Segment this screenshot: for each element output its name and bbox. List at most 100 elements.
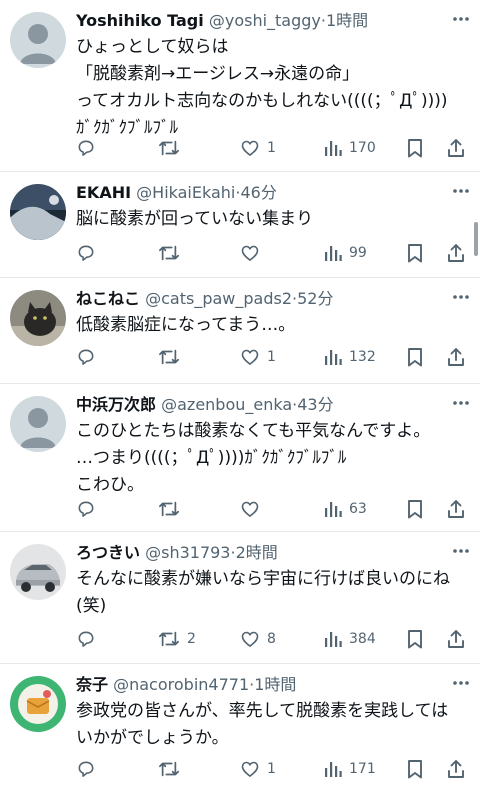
heart-icon (240, 347, 260, 367)
like-button[interactable] (240, 238, 267, 268)
reply-icon (76, 759, 96, 779)
post-header: 奈子 @nacorobin4771·1時間 (76, 672, 446, 698)
views-count: 170 (349, 140, 376, 156)
views-button[interactable]: 63 (324, 494, 367, 524)
timestamp[interactable]: 1時間 (326, 11, 368, 30)
scrollbar-thumb[interactable] (474, 222, 478, 256)
author-name[interactable]: 奈子 (76, 675, 108, 694)
retweet-icon (158, 629, 180, 649)
like-count: 1 (267, 761, 276, 777)
author-handle[interactable]: @sh31793 (145, 543, 230, 562)
default-avatar[interactable] (10, 12, 66, 68)
post[interactable]: ねこねこ @cats_paw_pads2·52分 低酸素脳症になってまう…。 1… (0, 278, 480, 384)
views-button[interactable]: 170 (324, 133, 376, 163)
like-button[interactable]: 8 (240, 624, 276, 654)
reply-button[interactable] (76, 342, 103, 372)
like-button[interactable]: 1 (240, 754, 276, 784)
share-icon (446, 347, 466, 367)
author-name[interactable]: EKAHI (76, 183, 131, 202)
author-name[interactable]: Yoshihiko Tagi (76, 11, 204, 30)
reply-button[interactable] (76, 494, 103, 524)
author-name[interactable]: ろつきい (76, 543, 140, 562)
views-icon (324, 139, 342, 157)
user-avatar[interactable] (10, 290, 66, 346)
bookmark-button[interactable] (406, 133, 424, 163)
share-button[interactable] (446, 754, 466, 784)
post[interactable]: Yoshihiko Tagi @yoshi_taggy·1時間 ひょっとして奴ら… (0, 0, 480, 172)
user-avatar[interactable] (10, 184, 66, 240)
retweet-button[interactable] (158, 133, 187, 163)
bookmark-button[interactable] (406, 238, 424, 268)
author-name[interactable]: ねこねこ (76, 289, 140, 308)
views-icon (324, 348, 342, 366)
author-handle[interactable]: @cats_paw_pads2 (145, 289, 292, 308)
share-icon (446, 499, 466, 519)
user-avatar[interactable] (10, 544, 66, 600)
share-icon (446, 138, 466, 158)
post[interactable]: 中浜万次郎 @azenbou_enka·43分 このひとたちは酸素なくても平気な… (0, 384, 480, 532)
share-button[interactable] (446, 342, 466, 372)
reply-button[interactable] (76, 238, 103, 268)
more-icon[interactable] (450, 540, 472, 562)
views-count: 171 (349, 761, 376, 777)
post[interactable]: EKAHI @HikaiEkahi·46分 脳に酸素が回っていない集まり 99 (0, 172, 480, 278)
post-header: EKAHI @HikaiEkahi·46分 (76, 180, 446, 206)
more-icon[interactable] (450, 392, 472, 414)
views-icon (324, 500, 342, 518)
retweet-icon (158, 499, 180, 519)
author-handle[interactable]: @nacorobin4771 (113, 675, 249, 694)
bookmark-button[interactable] (406, 342, 424, 372)
reply-button[interactable] (76, 754, 103, 784)
timestamp[interactable]: 2時間 (236, 543, 278, 562)
timestamp[interactable]: 46分 (240, 183, 276, 202)
bookmark-button[interactable] (406, 754, 424, 784)
bookmark-button[interactable] (406, 494, 424, 524)
views-icon (324, 760, 342, 778)
share-icon (446, 243, 466, 263)
default-avatar[interactable] (10, 396, 66, 452)
views-count: 384 (349, 631, 376, 647)
user-avatar[interactable] (10, 676, 66, 732)
views-button[interactable]: 171 (324, 754, 376, 784)
views-count: 132 (349, 349, 376, 365)
like-button[interactable] (240, 494, 267, 524)
post[interactable]: 奈子 @nacorobin4771·1時間 参政党の皆さんが、率先して脱酸素を実… (0, 664, 480, 790)
retweet-button[interactable] (158, 754, 187, 784)
more-icon[interactable] (450, 8, 472, 30)
post[interactable]: ろつきい @sh31793·2時間 そんなに酸素が嫌いなら宇宙に行けば良いのにね… (0, 532, 480, 664)
share-button[interactable] (446, 238, 466, 268)
retweet-button[interactable] (158, 238, 187, 268)
bookmark-button[interactable] (406, 624, 424, 654)
share-button[interactable] (446, 624, 466, 654)
timestamp[interactable]: 43分 (297, 395, 333, 414)
post-header: Yoshihiko Tagi @yoshi_taggy·1時間 (76, 8, 446, 34)
like-button[interactable]: 1 (240, 342, 276, 372)
author-handle[interactable]: @azenbou_enka (161, 395, 292, 414)
retweet-icon (158, 347, 180, 367)
author-name[interactable]: 中浜万次郎 (76, 395, 156, 414)
retweet-icon (158, 138, 180, 158)
views-button[interactable]: 384 (324, 624, 376, 654)
heart-icon (240, 243, 260, 263)
retweet-button[interactable] (158, 342, 187, 372)
reply-icon (76, 347, 96, 367)
reply-icon (76, 138, 96, 158)
more-icon[interactable] (450, 286, 472, 308)
author-handle[interactable]: @HikaiEkahi (136, 183, 235, 202)
retweet-button[interactable] (158, 494, 187, 524)
views-button[interactable]: 132 (324, 342, 376, 372)
share-button[interactable] (446, 133, 466, 163)
views-button[interactable]: 99 (324, 238, 367, 268)
retweet-button[interactable]: 2 (158, 624, 196, 654)
more-icon[interactable] (450, 672, 472, 694)
like-button[interactable]: 1 (240, 133, 276, 163)
reply-button[interactable] (76, 624, 103, 654)
share-button[interactable] (446, 494, 466, 524)
author-handle[interactable]: @yoshi_taggy (209, 11, 321, 30)
post-text: 低酸素脳症になってまう…。 (76, 312, 472, 339)
more-icon[interactable] (450, 180, 472, 202)
timestamp[interactable]: 52分 (297, 289, 333, 308)
timestamp[interactable]: 1時間 (254, 675, 296, 694)
reply-button[interactable] (76, 133, 103, 163)
post-actions: 63 (0, 494, 480, 524)
